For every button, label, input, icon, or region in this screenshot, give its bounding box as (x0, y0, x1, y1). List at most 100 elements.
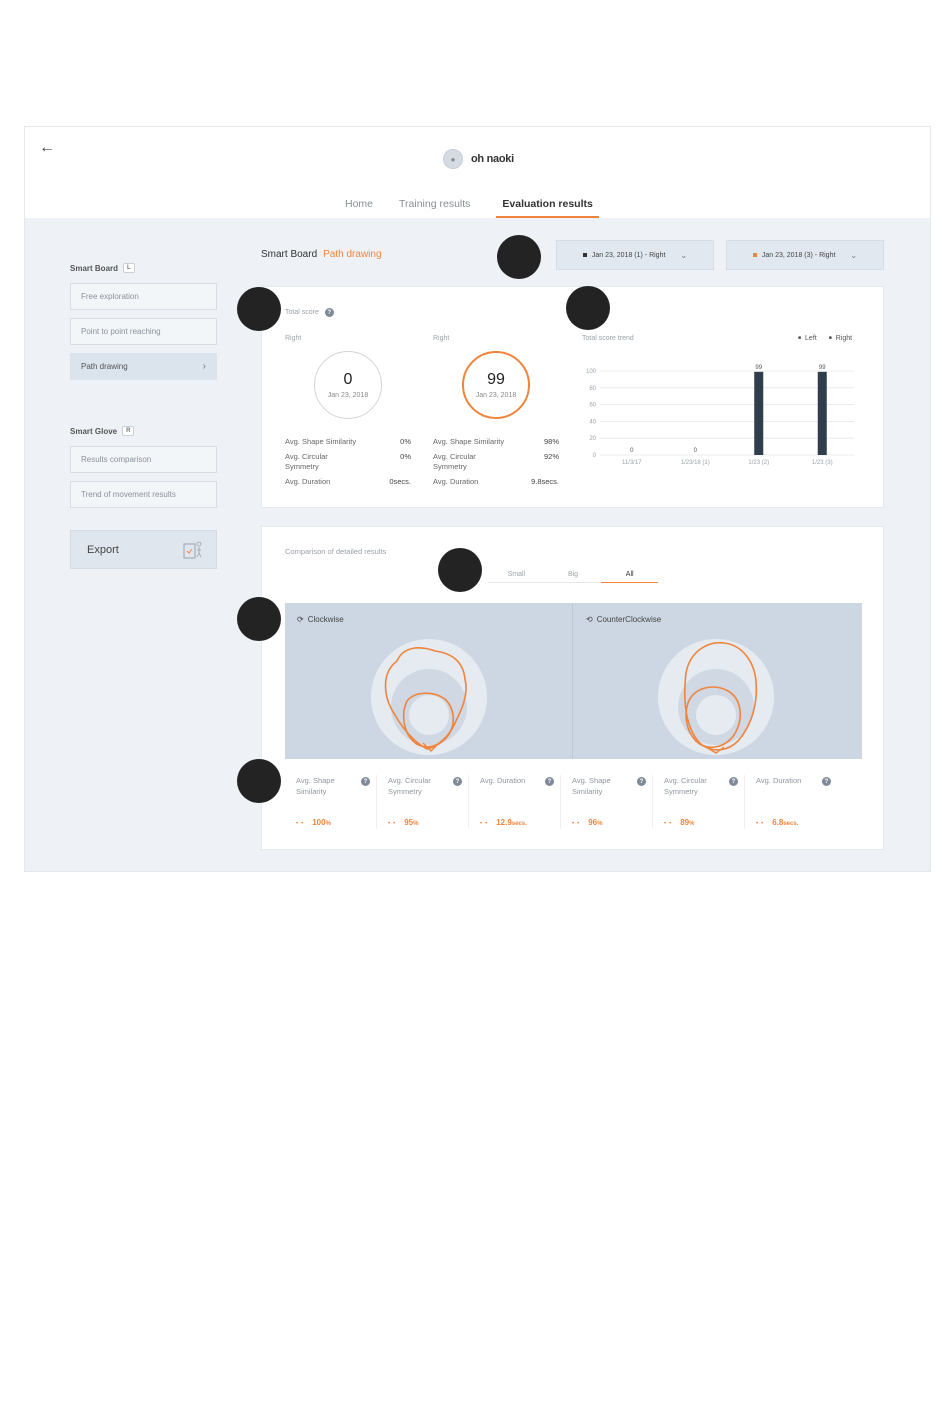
dot-indicator: •• (388, 821, 399, 827)
x-tick-label: 1/23 (3) (812, 460, 833, 466)
annotation-marker (497, 235, 541, 279)
tab-small[interactable]: Small (488, 571, 545, 582)
trend-chart: 0 20 40 60 80 100 0 11/3/17 0 1/23/18 (1) 99 1/23 (… (586, 365, 854, 466)
tab-all[interactable]: All (601, 571, 659, 583)
help-icon[interactable]: ? (637, 777, 646, 786)
stat-ccw-circular: Avg. Circular Symmetry ? •• 89% (653, 775, 745, 829)
chevron-down-icon: ⌄ (680, 250, 688, 260)
score-value: 0 (343, 371, 353, 388)
score-date: Jan 23, 2018 (475, 392, 517, 399)
left-col-side: Right (285, 335, 302, 342)
stat-value: •• 96% (572, 818, 602, 827)
stat-label: Avg. Circular Symmetry (664, 776, 707, 796)
help-icon[interactable]: ? (453, 777, 462, 786)
help-icon[interactable]: ? (324, 308, 334, 317)
x-tick-label: 11/3/17 (622, 460, 642, 466)
stat-number: 100 (312, 818, 326, 827)
score-date: Jan 23, 2018 (327, 392, 369, 399)
metric-row: Avg. Circular Symmetry 0% (285, 452, 411, 472)
dot-indicator: •• (572, 821, 583, 827)
metric-value: 92% (543, 452, 559, 461)
size-tabs: Small Big All (488, 571, 659, 583)
stat-value: •• 6.8 secs. (756, 818, 798, 827)
annotation-marker (566, 286, 610, 330)
legend-right: Right (829, 335, 852, 342)
help-icon[interactable]: ? (545, 777, 554, 786)
stat-cw-circular: Avg. Circular Symmetry ? •• 95% (377, 775, 469, 829)
stat-unit: % (689, 821, 695, 827)
annotation-marker (237, 597, 281, 641)
metric-label: Avg. Circular Symmetry (285, 452, 328, 471)
stat-number: 96 (588, 818, 598, 827)
stat-unit: % (413, 821, 419, 827)
metric-label: Avg. Duration (433, 477, 479, 486)
y-tick-label: 20 (589, 436, 596, 442)
bar[interactable] (817, 371, 827, 455)
data-label: 99 (819, 365, 826, 371)
help-icon[interactable]: ? (361, 777, 370, 786)
trend-title: Total score trend (582, 335, 634, 342)
trajectory-panel: ⟳ Clockwise ⟲ CounterClockwise (285, 603, 862, 759)
annotation-marker (438, 548, 482, 592)
session-selector-2[interactable]: Jan 23, 2018 (3) - Right ⌄ (726, 240, 884, 270)
dot-indicator: •• (480, 821, 491, 827)
stat-unit: % (325, 821, 331, 827)
metric-label: Avg. Duration (285, 477, 331, 486)
legend-left: Left (798, 335, 817, 342)
metric-row: Avg. Circular Symmetry 92% (433, 452, 559, 472)
stat-label: Avg. Duration (480, 776, 526, 785)
session-selector-1[interactable]: Jan 23, 2018 (1) - Right ⌄ (556, 240, 714, 270)
stat-number: 89 (680, 818, 690, 827)
counterclockwise-panel: ⟲ CounterClockwise (574, 603, 862, 759)
metric-row: Avg. Duration 9.8secs. (433, 477, 559, 487)
series-color-swatch (582, 253, 587, 257)
clockwise-panel: ⟳ Clockwise (285, 603, 573, 759)
tab-big[interactable]: Big (545, 571, 602, 582)
stat-value: •• 12.9 secs. (480, 818, 527, 827)
session-selector-1-label: Jan 23, 2018 (1) - Right (591, 251, 666, 259)
stat-unit: secs. (511, 821, 527, 827)
score-value: 99 (487, 371, 505, 388)
metric-row: Avg. Shape Similarity 0% (285, 437, 411, 447)
breadcrumb: Smart Board Path drawing (261, 249, 382, 260)
stat-value: •• 89% (664, 818, 694, 827)
breadcrumb-section[interactable]: Smart Board (261, 249, 317, 260)
stat-cw-duration: Avg. Duration ? •• 12.9 secs. (469, 775, 561, 829)
y-tick-label: 100 (586, 369, 597, 375)
stat-number: 12.9 (496, 818, 512, 827)
dot-indicator: •• (756, 821, 767, 827)
stat-ccw-duration: Avg. Duration ? •• 6.8 secs. (745, 775, 837, 829)
counterclockwise-trajectory-plot (658, 639, 774, 755)
dot-indicator: •• (664, 821, 675, 827)
metric-value: 0% (400, 452, 411, 461)
metric-value: 0secs. (389, 477, 411, 486)
series-color-swatch (752, 253, 757, 257)
trend-legend: Left Right (798, 335, 852, 342)
stat-unit: secs. (783, 821, 799, 827)
help-icon[interactable]: ? (729, 777, 738, 786)
stat-label: Avg. Shape Similarity (572, 776, 611, 796)
x-tick-label: 1/23 (2) (748, 460, 769, 466)
data-label: 99 (755, 365, 762, 371)
metric-label: Avg. Shape Similarity (433, 437, 505, 446)
stat-unit: % (597, 821, 603, 827)
metric-value: 9.8secs. (531, 477, 559, 486)
score-ring-right: 99 Jan 23, 2018 (462, 351, 530, 419)
help-icon[interactable]: ? (822, 777, 831, 786)
left-metrics: Avg. Shape Similarity 0% Avg. Circular S… (285, 437, 411, 492)
metric-row: Avg. Shape Similarity 98% (433, 437, 559, 447)
clockwise-trajectory-plot (371, 639, 487, 755)
metric-row: Avg. Duration 0secs. (285, 477, 411, 487)
metric-value: 98% (543, 437, 559, 446)
stat-value: •• 95% (388, 818, 418, 827)
stat-label: Avg. Shape Similarity (296, 776, 335, 796)
total-score-title: Total score ? (285, 308, 334, 317)
score-ring-left: 0 Jan 23, 2018 (314, 351, 382, 419)
stat-label: Avg. Duration (756, 776, 802, 785)
main-area: Smart Board Path drawing Jan 23, 2018 (1)… (24, 126, 931, 872)
y-tick-label: 0 (593, 453, 597, 459)
right-metrics: Avg. Shape Similarity 98% Avg. Circular … (433, 437, 559, 492)
y-tick-label: 60 (589, 403, 596, 409)
bar[interactable] (754, 371, 764, 455)
chevron-down-icon: ⌄ (850, 250, 858, 260)
